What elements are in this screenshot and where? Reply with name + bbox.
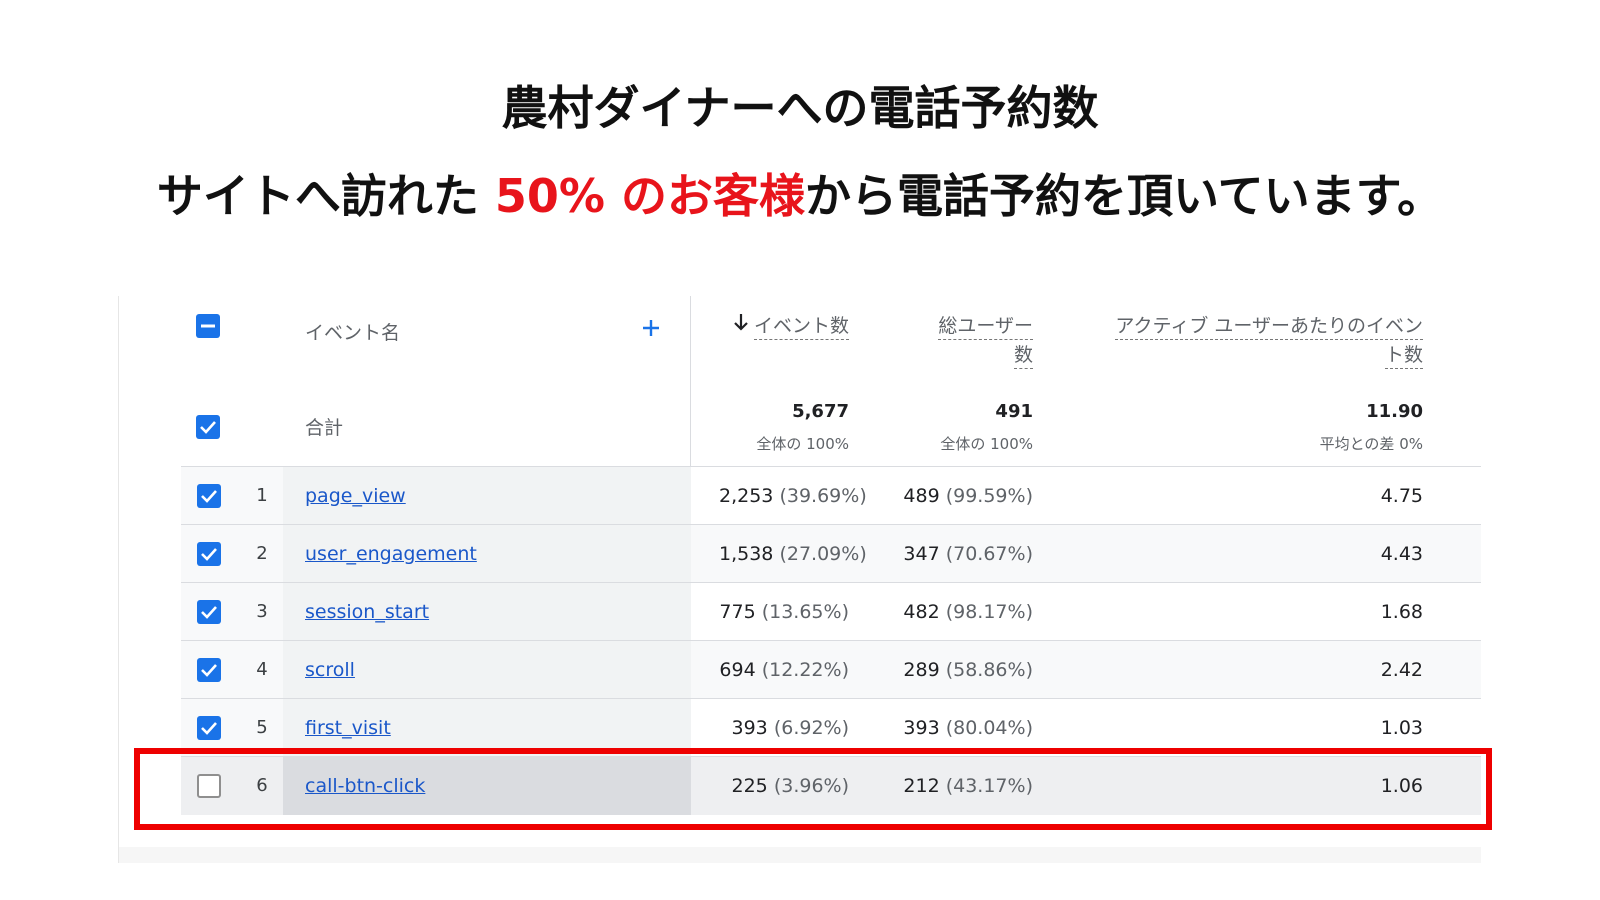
arrow-down-icon: [732, 312, 750, 341]
table-row[interactable]: 1 page_view 2,253 (39.69%) 489 (99.59%) 4.75: [181, 466, 1481, 525]
users-count: 482: [903, 601, 940, 623]
check-icon: [201, 548, 217, 561]
check-icon: [200, 421, 216, 434]
header-event-name[interactable]: イベント名: [305, 318, 400, 345]
event-count: 2,253: [719, 485, 774, 507]
table-row[interactable]: 2 user_engagement 1,538 (27.09%) 347 (70.67…: [181, 524, 1481, 583]
total-users-value: 491: [995, 401, 1033, 422]
event-name-link[interactable]: session_start: [305, 583, 429, 641]
users-pct: (70.67%): [945, 543, 1033, 565]
event-count-label: イベント数: [753, 315, 849, 340]
users-pct: (99.59%): [945, 485, 1033, 507]
per-user-label-1: アクティブ ユーザーあたりのイベン: [1115, 315, 1423, 340]
event-count-cell: 2,253 (39.69%): [719, 467, 867, 525]
event-count-cell: 694 (12.22%): [719, 641, 849, 699]
row-index: 1: [256, 485, 268, 506]
users-pct: (58.86%): [945, 659, 1033, 681]
event-count-pct: (6.92%): [773, 717, 849, 739]
event-name-link[interactable]: scroll: [305, 641, 355, 699]
row-index: 2: [256, 543, 268, 564]
check-icon: [201, 490, 217, 503]
users-count: 347: [903, 543, 940, 565]
event-count-pct: (39.69%): [779, 485, 867, 507]
check-icon: [201, 664, 217, 677]
total-users-share: 全体の 100%: [940, 435, 1033, 453]
per-user-cell: 4.75: [1380, 485, 1423, 507]
total-users-cell: 289 (58.86%): [881, 641, 1033, 699]
event-count-pct: (13.65%): [761, 601, 849, 623]
row-checkbox[interactable]: [197, 542, 221, 566]
row-index: 3: [256, 601, 268, 622]
total-per-user-diff: 平均との差 0%: [1319, 435, 1423, 453]
event-count-pct: (27.09%): [779, 543, 867, 565]
row-checkbox[interactable]: [197, 658, 221, 682]
event-count-cell: 1,538 (27.09%): [719, 525, 867, 583]
row-index: 4: [256, 659, 268, 680]
subtitle-before: サイトへ訪れた: [156, 169, 495, 223]
select-all-checkbox[interactable]: [196, 314, 220, 338]
table-row[interactable]: 4 scroll 694 (12.22%) 289 (58.86%) 2.42: [181, 640, 1481, 699]
header-events-per-user[interactable]: アクティブ ユーザーあたりのイベン ト数: [1079, 312, 1423, 370]
per-user-cell: 1.68: [1380, 601, 1423, 623]
total-users-cell: 489 (99.59%): [881, 467, 1033, 525]
per-user-cell: 4.43: [1380, 543, 1423, 565]
event-count: 694: [719, 659, 756, 681]
plus-icon[interactable]: [639, 316, 663, 340]
total-users-label-1: 総ユーザー: [938, 315, 1033, 340]
check-icon: [201, 722, 217, 735]
users-count: 393: [903, 717, 940, 739]
highlight-frame: [134, 748, 1492, 830]
table-row[interactable]: 3 session_start 775 (13.65%) 482 (98.17%) 1.…: [181, 582, 1481, 641]
event-count-pct: (12.22%): [761, 659, 849, 681]
users-count: 289: [903, 659, 940, 681]
header-event-count[interactable]: イベント数: [723, 312, 849, 341]
per-user-cell: 2.42: [1380, 659, 1423, 681]
event-name-link[interactable]: user_engagement: [305, 525, 477, 583]
total-users-cell: 347 (70.67%): [881, 525, 1033, 583]
row-checkbox[interactable]: [197, 716, 221, 740]
users-pct: (98.17%): [945, 601, 1033, 623]
subtitle-highlight: 50% のお客様: [494, 169, 806, 223]
event-count: 775: [719, 601, 756, 623]
event-count: 393: [731, 717, 768, 739]
users-count: 489: [903, 485, 940, 507]
event-count-cell: 775 (13.65%): [719, 583, 849, 641]
subtitle-after: から電話予約を頂いています。: [805, 169, 1444, 223]
total-users-label-2: 数: [1013, 344, 1033, 369]
total-label: 合計: [305, 417, 344, 439]
total-per-user-value: 11.90: [1366, 401, 1423, 422]
page-title: 農村ダイナーへの電話予約数: [501, 81, 1099, 135]
check-icon: [201, 606, 217, 619]
per-user-label-2: ト数: [1384, 344, 1423, 369]
event-name-link[interactable]: page_view: [305, 467, 406, 525]
total-event-count: 5,677: [792, 401, 849, 422]
row-checkbox[interactable]: [197, 484, 221, 508]
total-event-count-share: 全体の 100%: [756, 435, 849, 453]
total-users-cell: 482 (98.17%): [881, 583, 1033, 641]
table-bottom-edge: [119, 847, 1481, 863]
minus-icon: [201, 324, 215, 328]
row-checkbox[interactable]: [197, 600, 221, 624]
total-checkbox[interactable]: [196, 415, 220, 439]
header-total-users[interactable]: 総ユーザー 数: [899, 312, 1033, 370]
page-subtitle: サイトへ訪れた 50% のお客様から電話予約を頂いています。: [0, 160, 1600, 226]
event-count: 1,538: [719, 543, 774, 565]
users-pct: (80.04%): [945, 717, 1033, 739]
